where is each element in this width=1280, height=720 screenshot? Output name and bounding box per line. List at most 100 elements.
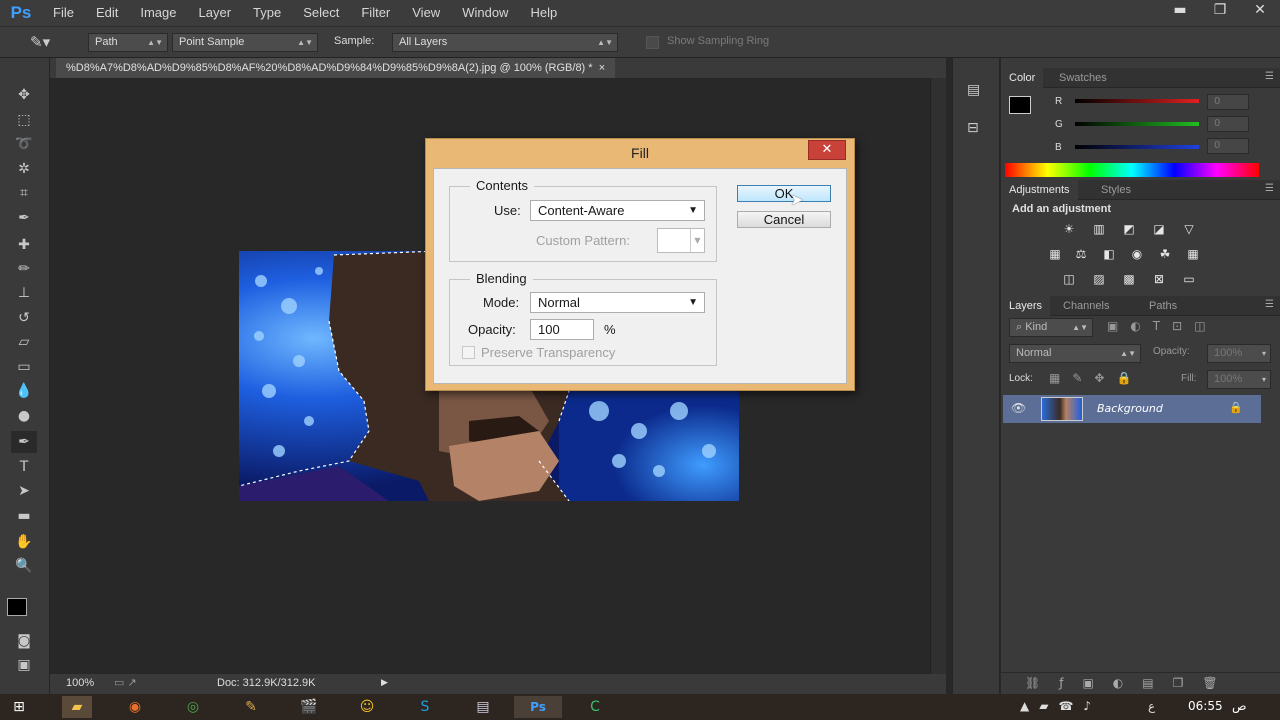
gradient-map-icon[interactable]: ▭: [1179, 272, 1199, 286]
channel-g-value[interactable]: 0: [1207, 116, 1249, 132]
color-balance-icon[interactable]: ⚖: [1071, 247, 1091, 261]
file-explorer-icon[interactable]: ▰: [62, 696, 92, 718]
layer-row-background[interactable]: 👁 Background 🔒: [1003, 395, 1261, 423]
tab-channels[interactable]: Channels: [1055, 296, 1117, 316]
tab-paths[interactable]: Paths: [1141, 296, 1185, 316]
messenger-icon[interactable]: ☺: [352, 696, 382, 718]
lasso-tool-icon[interactable]: ➰: [11, 133, 37, 155]
color-lookup-icon[interactable]: ▦: [1183, 247, 1203, 261]
app-icon[interactable]: ✎: [236, 696, 266, 718]
hue-saturation-icon[interactable]: ▦: [1045, 247, 1065, 261]
chrome-icon[interactable]: ◎: [178, 696, 208, 718]
status-menu-arrow-icon[interactable]: ▶: [381, 677, 388, 688]
panel-menu-icon[interactable]: ☰: [1265, 299, 1274, 310]
tab-styles[interactable]: Styles: [1093, 180, 1139, 200]
levels-icon[interactable]: ▥: [1089, 222, 1109, 236]
layer-filter-dropdown[interactable]: ⌕ Kind ▲▼: [1009, 318, 1093, 337]
blend-mode-dropdown[interactable]: Normal ▲▼: [1009, 344, 1141, 363]
menu-select[interactable]: Select: [292, 0, 350, 26]
cancel-button[interactable]: Cancel: [737, 211, 831, 228]
sample-size-dropdown[interactable]: Point Sample ▲▼: [172, 33, 318, 52]
channel-b-value[interactable]: 0: [1207, 138, 1249, 154]
restore-button[interactable]: ❐: [1200, 0, 1240, 22]
mode-select[interactable]: Normal ▼: [530, 292, 705, 313]
close-window-button[interactable]: ✕: [1240, 0, 1280, 22]
menu-edit[interactable]: Edit: [85, 0, 129, 26]
lock-icons[interactable]: ▦✎✥🔒: [1049, 371, 1143, 385]
shape-tool-icon[interactable]: ▬: [11, 505, 37, 527]
layer-name[interactable]: Background: [1097, 402, 1163, 415]
vibrance-icon[interactable]: ▽: [1179, 222, 1199, 236]
layer-fill-field[interactable]: 100% ▾: [1207, 370, 1271, 389]
firefox-icon[interactable]: ◉: [120, 696, 150, 718]
menu-help[interactable]: Help: [519, 0, 568, 26]
close-tab-icon[interactable]: ×: [599, 62, 605, 74]
tab-adjustments[interactable]: Adjustments: [1001, 180, 1078, 200]
status-icons[interactable]: ▭ ↗: [114, 676, 137, 689]
pen-tool-icon[interactable]: ✒: [11, 431, 37, 453]
quick-mask-icon[interactable]: ◙: [11, 630, 37, 652]
posterize-icon[interactable]: ▨: [1089, 272, 1109, 286]
dialog-close-button[interactable]: ✕: [808, 140, 846, 160]
clock-time[interactable]: 06:55: [1188, 699, 1223, 713]
opacity-input[interactable]: 100: [530, 319, 594, 340]
sample-dropdown[interactable]: All Layers ▲▼: [392, 33, 618, 52]
photoshop-taskbar-icon[interactable]: Ps: [514, 696, 562, 718]
channel-r-slider[interactable]: [1075, 99, 1199, 103]
crop-tool-icon[interactable]: ⌗: [11, 182, 37, 204]
gradient-tool-icon[interactable]: ▭: [11, 356, 37, 378]
eyedropper-tool-icon[interactable]: ✒: [11, 207, 37, 229]
history-brush-tool-icon[interactable]: ↺: [11, 307, 37, 329]
black-white-icon[interactable]: ◧: [1099, 247, 1119, 261]
vertical-scrollbar[interactable]: [930, 78, 946, 674]
healing-brush-tool-icon[interactable]: ✚: [11, 234, 37, 256]
eraser-tool-icon[interactable]: ▱: [11, 331, 37, 353]
path-selection-tool-icon[interactable]: ➤: [11, 480, 37, 502]
ok-button[interactable]: OK: [737, 185, 831, 202]
marquee-tool-icon[interactable]: ⬚: [11, 109, 37, 131]
minimize-button[interactable]: ▬: [1160, 0, 1200, 22]
threshold-icon[interactable]: ▩: [1119, 272, 1139, 286]
media-icon[interactable]: 🎬: [294, 696, 324, 718]
brush-tool-icon[interactable]: ✏: [11, 258, 37, 280]
custom-pattern-picker[interactable]: ▼: [657, 228, 705, 253]
stamp-tool-icon[interactable]: ⊥: [11, 282, 37, 304]
blur-tool-icon[interactable]: 💧: [11, 380, 37, 402]
channel-g-slider[interactable]: [1075, 122, 1199, 126]
mode-dropdown[interactable]: Path ▲▼: [88, 33, 168, 52]
tab-layers[interactable]: Layers: [1001, 296, 1051, 316]
channel-b-slider[interactable]: [1075, 145, 1199, 149]
eyedropper-tool-preset-icon[interactable]: ✎▾: [30, 33, 50, 51]
input-language[interactable]: ع: [1148, 699, 1155, 713]
move-tool-icon[interactable]: ✥: [11, 84, 37, 106]
screen-mode-icon[interactable]: ▣: [11, 654, 37, 676]
layer-footer-icons[interactable]: ⛓ƒ▣◐▤❐🗑: [1025, 676, 1237, 690]
menu-file[interactable]: File: [42, 0, 85, 26]
menu-window[interactable]: Window: [451, 0, 519, 26]
color-foreground-swatch[interactable]: [1009, 96, 1031, 114]
menu-layer[interactable]: Layer: [188, 0, 243, 26]
notepad-icon[interactable]: ▤: [468, 696, 498, 718]
eye-icon[interactable]: 👁: [1011, 401, 1026, 415]
skype-icon[interactable]: S: [410, 696, 440, 718]
camtasia-icon[interactable]: C: [580, 696, 610, 718]
preserve-transparency-checkbox[interactable]: [462, 346, 475, 359]
menu-filter[interactable]: Filter: [350, 0, 401, 26]
invert-icon[interactable]: ◫: [1059, 272, 1079, 286]
curves-icon[interactable]: ◩: [1119, 222, 1139, 236]
type-tool-icon[interactable]: T: [11, 456, 37, 478]
sampling-ring-checkbox[interactable]: [646, 36, 659, 49]
properties-panel-icon[interactable]: ⊟: [967, 120, 979, 136]
zoom-tool-icon[interactable]: 🔍: [11, 555, 37, 577]
panel-menu-icon[interactable]: ☰: [1265, 71, 1274, 82]
quick-selection-tool-icon[interactable]: ✲: [11, 158, 37, 180]
dodge-tool-icon[interactable]: ●: [11, 405, 37, 427]
selective-color-icon[interactable]: ⊠: [1149, 272, 1169, 286]
history-panel-icon[interactable]: ▤: [967, 82, 980, 98]
document-tab[interactable]: %D8%A7%D8%AD%D9%85%D8%AF%20%D8%AD%D9%84%…: [56, 58, 616, 78]
hand-tool-icon[interactable]: ✋: [11, 531, 37, 553]
color-ramp[interactable]: [1005, 163, 1259, 177]
layer-opacity-field[interactable]: 100% ▾: [1207, 344, 1271, 363]
tab-color[interactable]: Color: [1001, 68, 1044, 88]
zoom-level[interactable]: 100%: [66, 677, 94, 689]
